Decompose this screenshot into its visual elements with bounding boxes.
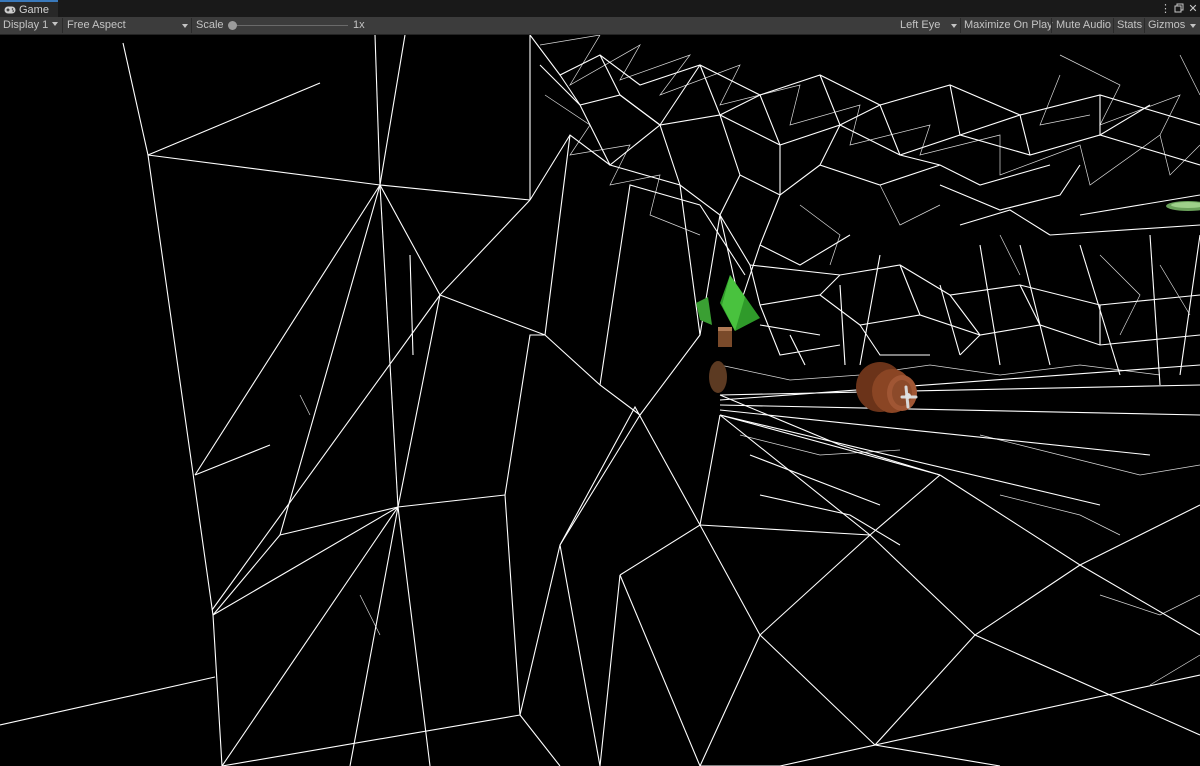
- divider: [960, 18, 961, 33]
- chevron-down-icon: [951, 24, 957, 28]
- aspect-dropdown[interactable]: Free Aspect: [67, 17, 189, 34]
- eye-label: Left Eye: [900, 19, 941, 31]
- scale-label: Scale: [196, 19, 224, 31]
- eye-dropdown[interactable]: Left Eye: [900, 17, 958, 34]
- divider: [62, 18, 63, 33]
- close-icon[interactable]: ✕: [1188, 3, 1198, 15]
- tab-title: Game: [19, 3, 49, 16]
- tab-game[interactable]: Game: [0, 0, 58, 17]
- gizmos-dropdown[interactable]: Gizmos: [1148, 17, 1196, 34]
- mute-audio-toggle[interactable]: Mute Audio: [1056, 17, 1111, 34]
- divider: [191, 18, 192, 33]
- maximize-on-play-toggle[interactable]: Maximize On Play: [964, 17, 1053, 34]
- aspect-label: Free Aspect: [67, 19, 126, 31]
- divider: [1144, 18, 1145, 33]
- gizmos-label: Gizmos: [1148, 19, 1186, 31]
- gamepad-icon: [4, 6, 16, 14]
- chevron-down-icon: [182, 24, 188, 28]
- maximize-icon[interactable]: [1174, 3, 1184, 15]
- divider: [1051, 18, 1052, 33]
- display-label: Display 1: [3, 19, 49, 31]
- window-controls: ⋮ ✕: [1160, 0, 1198, 17]
- wireframe-scene: [0, 35, 1200, 766]
- scale-slider-thumb[interactable]: [228, 21, 237, 30]
- game-toolbar: Display 1 Free Aspect Scale 1x Left Eye …: [0, 17, 1200, 35]
- stats-toggle[interactable]: Stats: [1117, 17, 1142, 34]
- divider: [1113, 18, 1114, 33]
- more-options-icon[interactable]: ⋮: [1160, 3, 1171, 15]
- window-titlebar: Game ⋮ ✕: [0, 0, 1200, 18]
- scale-value: 1x: [353, 19, 365, 31]
- chevron-down-icon: [1190, 24, 1196, 28]
- display-dropdown[interactable]: Display 1: [3, 17, 59, 34]
- game-viewport[interactable]: [0, 35, 1200, 766]
- chevron-down-icon: [52, 22, 59, 27]
- scale-slider-track[interactable]: [232, 25, 348, 26]
